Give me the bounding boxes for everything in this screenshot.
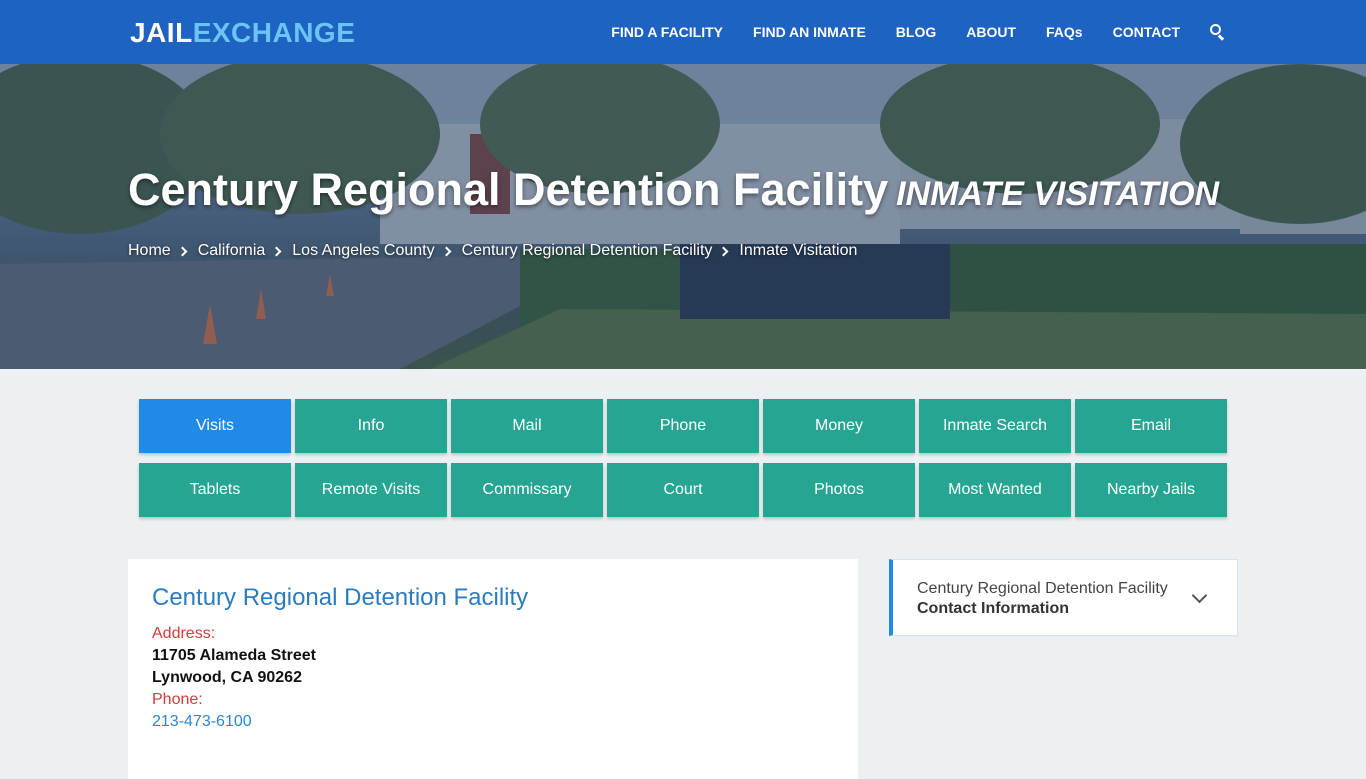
tab-commissary[interactable]: Commissary <box>451 463 603 517</box>
facility-name: Century Regional Detention Facility <box>152 584 529 611</box>
logo-jail-text: JAIL <box>130 17 193 48</box>
tab-money[interactable]: Money <box>763 399 915 453</box>
tab-most-wanted[interactable]: Most Wanted <box>919 463 1071 517</box>
tab-photos[interactable]: Photos <box>763 463 915 517</box>
nav-link-about[interactable]: ABOUT <box>966 24 1016 40</box>
facility-tabs: Visits Info Mail Phone Money Inmate Sear… <box>139 399 1229 517</box>
accordion-facility-name: Century Regional Detention Facility <box>917 580 1168 597</box>
address-line-1: 11705 Alameda Street <box>152 647 316 664</box>
search-icon[interactable] <box>1210 24 1226 41</box>
logo-exchange-text: EXCHANGE <box>192 17 356 48</box>
accordion-title: Contact Information <box>917 600 1069 617</box>
tab-email[interactable]: Email <box>1075 399 1227 453</box>
breadcrumb: Home California Los Angeles County Centu… <box>128 242 857 260</box>
phone-link[interactable]: 213-473-6100 <box>152 711 834 733</box>
breadcrumb-home[interactable]: Home <box>128 242 171 260</box>
breadcrumb-current: Inmate Visitation <box>739 242 858 259</box>
address-label: Address: <box>152 625 216 642</box>
facility-info-card: Century Regional Detention Facility Addr… <box>128 559 858 779</box>
hero-banner: Century Regional Detention Facility INMAT… <box>0 64 1366 369</box>
tab-info[interactable]: Info <box>295 399 447 453</box>
breadcrumb-county[interactable]: Los Angeles County <box>292 242 434 260</box>
tab-nearby-jails[interactable]: Nearby Jails <box>1075 463 1227 517</box>
phone-label: Phone: <box>152 691 203 708</box>
nav-link-blog[interactable]: BLOG <box>896 24 936 40</box>
page-title-section: INMATE VISITATION <box>896 175 1220 213</box>
nav-link-find-facility[interactable]: FIND A FACILITY <box>611 24 723 40</box>
tab-mail[interactable]: Mail <box>451 399 603 453</box>
chevron-right-icon <box>718 246 729 256</box>
chevron-right-icon <box>177 246 188 256</box>
chevron-right-icon <box>271 246 282 256</box>
tab-court[interactable]: Court <box>607 463 759 517</box>
nav-link-find-inmate[interactable]: FIND AN INMATE <box>753 24 866 40</box>
tab-tablets[interactable]: Tablets <box>139 463 291 517</box>
contact-info-accordion[interactable]: Century Regional Detention Facility Cont… <box>889 559 1238 636</box>
address-line-2: Lynwood, CA 90262 <box>152 669 302 686</box>
page-title-facility: Century Regional Detention Facility <box>128 164 889 215</box>
nav-link-faqs[interactable]: FAQs <box>1046 24 1083 40</box>
chevron-right-icon <box>441 246 452 256</box>
nav-links: FIND A FACILITY FIND AN INMATE BLOG ABOU… <box>581 0 1226 64</box>
breadcrumb-state[interactable]: California <box>198 242 266 260</box>
nav-link-contact[interactable]: CONTACT <box>1113 24 1180 40</box>
tab-remote-visits[interactable]: Remote Visits <box>295 463 447 517</box>
site-logo[interactable]: JAILEXCHANGE <box>130 16 355 50</box>
tab-visits[interactable]: Visits <box>139 399 291 453</box>
top-navbar: JAILEXCHANGE FIND A FACILITY FIND AN INM… <box>0 0 1366 64</box>
page-title: Century Regional Detention Facility INMAT… <box>128 164 1219 216</box>
breadcrumb-facility[interactable]: Century Regional Detention Facility <box>462 242 713 260</box>
tab-inmate-search[interactable]: Inmate Search <box>919 399 1071 453</box>
tab-phone[interactable]: Phone <box>607 399 759 453</box>
